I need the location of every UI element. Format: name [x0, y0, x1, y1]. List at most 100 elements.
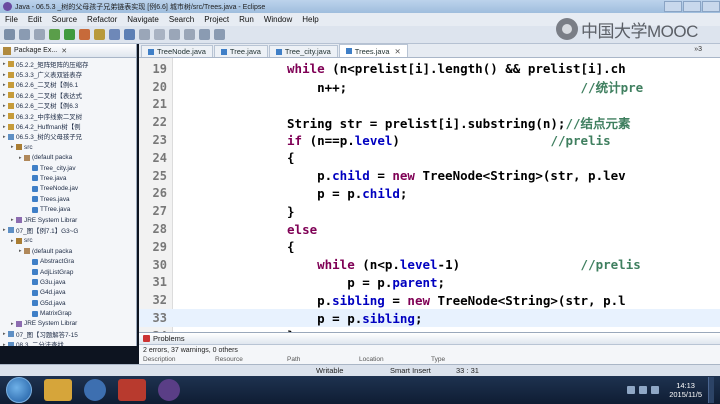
- menu-search[interactable]: Search: [169, 15, 194, 24]
- tree-item[interactable]: MatrixGrap: [0, 308, 136, 318]
- tree-item[interactable]: ▸ 06.4.2_Huffman树【例: [0, 121, 136, 131]
- tree-item[interactable]: ▸ 06.2.6_二叉树【例6.1: [0, 80, 136, 90]
- network-icon[interactable]: [627, 386, 636, 394]
- column-location[interactable]: Location: [359, 356, 431, 363]
- tree-item[interactable]: ▸ 05.2.2_矩阵矩阵的压缩存: [0, 59, 136, 69]
- tree-item[interactable]: AbstractGra: [0, 256, 136, 266]
- debug-icon[interactable]: [49, 29, 60, 40]
- tree-item[interactable]: ▸ 06.5.3_树的父母孩子兄: [0, 132, 136, 142]
- prev-annotation-icon[interactable]: [184, 29, 195, 40]
- tree-item[interactable]: ▸ 07_图【例7.1】G3~G: [0, 225, 136, 235]
- column-type[interactable]: Type: [431, 356, 503, 363]
- new-java-project-icon[interactable]: [94, 29, 105, 40]
- tab-treenode-java[interactable]: TreeNode.java: [141, 45, 213, 57]
- tab-trees-java[interactable]: Trees.java ✕: [338, 44, 408, 57]
- close-tab-icon[interactable]: ✕: [395, 47, 401, 56]
- code-line[interactable]: 32 p.sibling = new TreeNode<String>(str,…: [139, 291, 720, 309]
- external-tools-icon[interactable]: [79, 29, 90, 40]
- tree-item[interactable]: G5d.java: [0, 298, 136, 308]
- clock[interactable]: 14:13 2015/11/5: [669, 381, 702, 399]
- back-icon[interactable]: [199, 29, 210, 40]
- next-annotation-icon[interactable]: [169, 29, 180, 40]
- tree-item[interactable]: ▸ src: [0, 236, 136, 246]
- eclipse-app-icon[interactable]: [158, 379, 180, 401]
- new-class-icon[interactable]: [124, 29, 135, 40]
- new-package-icon[interactable]: [109, 29, 120, 40]
- tree-item[interactable]: G4d.java: [0, 288, 136, 298]
- print-icon[interactable]: [34, 29, 45, 40]
- save-icon[interactable]: [19, 29, 30, 40]
- tree-item[interactable]: ▸ 06.2.6_二叉树【例6.3: [0, 101, 136, 111]
- explorer-app-icon[interactable]: [44, 379, 72, 401]
- tree-item[interactable]: ▸ 06.2.6_二叉树【表达式: [0, 90, 136, 100]
- new-icon[interactable]: [4, 29, 15, 40]
- code-line[interactable]: 21: [139, 96, 720, 114]
- tree-item[interactable]: Tree.java: [0, 173, 136, 183]
- tree-item[interactable]: AdjListGrap: [0, 267, 136, 277]
- column-description[interactable]: Description: [143, 356, 215, 363]
- code-line[interactable]: 22 String str = prelist[i].substring(n);…: [139, 113, 720, 131]
- column-resource[interactable]: Resource: [215, 356, 287, 363]
- package-explorer-tab[interactable]: Package Ex... ✕: [0, 44, 136, 58]
- column-path[interactable]: Path: [287, 356, 359, 363]
- tree-item[interactable]: G3u.java: [0, 277, 136, 287]
- code-line[interactable]: 19 while (n<prelist[i].length() && preli…: [139, 60, 720, 78]
- tab-tree-city-java[interactable]: Tree_city.java: [268, 45, 338, 57]
- code-line[interactable]: 29 {: [139, 238, 720, 256]
- tree-item[interactable]: ▸ (default packa: [0, 153, 136, 163]
- menu-edit[interactable]: Edit: [28, 15, 42, 24]
- code-line[interactable]: 20 n++; //统计pre: [139, 78, 720, 96]
- tree-item[interactable]: ▸ JRE System Librar: [0, 215, 136, 225]
- tree-item[interactable]: Trees.java: [0, 194, 136, 204]
- run-icon[interactable]: [64, 29, 75, 40]
- tree-item[interactable]: TTree.java: [0, 204, 136, 214]
- tree-item[interactable]: TreeNode.jav: [0, 184, 136, 194]
- tab-tree-java[interactable]: Tree.java: [213, 45, 268, 57]
- code-line[interactable]: 23 if (n==p.level) //prelis: [139, 131, 720, 149]
- tree-item[interactable]: ▸ 05.3.3_广义表双链表存: [0, 69, 136, 79]
- problems-tab[interactable]: Problems: [139, 333, 720, 345]
- menu-file[interactable]: File: [5, 15, 18, 24]
- start-button[interactable]: [6, 377, 32, 403]
- tree-item[interactable]: ▸ 08.3_二分法查找: [0, 340, 136, 346]
- code-line[interactable]: 28 else: [139, 220, 720, 238]
- code-line[interactable]: 27 }: [139, 202, 720, 220]
- browser-app-icon[interactable]: [84, 379, 106, 401]
- tree-item[interactable]: ▸ JRE System Librar: [0, 319, 136, 329]
- open-type-icon[interactable]: [139, 29, 150, 40]
- menu-window[interactable]: Window: [264, 15, 292, 24]
- code-line[interactable]: 30 while (n<p.level-1) //prelis: [139, 256, 720, 274]
- package-explorer: Package Ex... ✕ ▸ 05.2.2_矩阵矩阵的压缩存 ▸ 05.3.3_…: [0, 44, 137, 346]
- presentation-app-icon[interactable]: [118, 379, 146, 401]
- tree-item[interactable]: ▸ (default packa: [0, 246, 136, 256]
- volume-icon[interactable]: [639, 386, 648, 394]
- menu-source[interactable]: Source: [52, 15, 77, 24]
- pkg-icon: [24, 154, 30, 161]
- menu-refactor[interactable]: Refactor: [87, 15, 117, 24]
- minimize-button[interactable]: [664, 1, 682, 12]
- close-icon[interactable]: ✕: [61, 47, 67, 55]
- tree-item[interactable]: ▸ src: [0, 142, 136, 152]
- input-method-icon[interactable]: [651, 386, 660, 394]
- code-line[interactable]: 31 p = p.parent;: [139, 274, 720, 292]
- show-desktop-button[interactable]: [708, 377, 714, 403]
- menu-help[interactable]: Help: [302, 15, 318, 24]
- code-line[interactable]: 24 {: [139, 149, 720, 167]
- menu-project[interactable]: Project: [204, 15, 229, 24]
- tree-item[interactable]: ▸ 06.3.2_中序线索二叉树: [0, 111, 136, 121]
- code-area[interactable]: 19 while (n<prelist[i].length() && preli…: [139, 58, 720, 332]
- forward-icon[interactable]: [214, 29, 225, 40]
- menu-navigate[interactable]: Navigate: [127, 15, 159, 24]
- maximize-button[interactable]: [683, 1, 701, 12]
- close-button[interactable]: [702, 1, 720, 12]
- code-line[interactable]: 26 p = p.child;: [139, 185, 720, 203]
- code-line[interactable]: 25 p.child = new TreeNode<String>(str, p…: [139, 167, 720, 185]
- tree-item[interactable]: Tree_city.jav: [0, 163, 136, 173]
- status-cursor-position: 33 : 31: [456, 366, 479, 375]
- menu-run[interactable]: Run: [239, 15, 254, 24]
- code-line[interactable]: 33 p = p.sibling;: [139, 309, 720, 327]
- tree-item-label: (default packa: [32, 247, 73, 255]
- search-icon[interactable]: [154, 29, 165, 40]
- more-tabs-button[interactable]: »3: [694, 46, 702, 53]
- tree-item[interactable]: ▸ 07_图【习题解答7-15: [0, 329, 136, 339]
